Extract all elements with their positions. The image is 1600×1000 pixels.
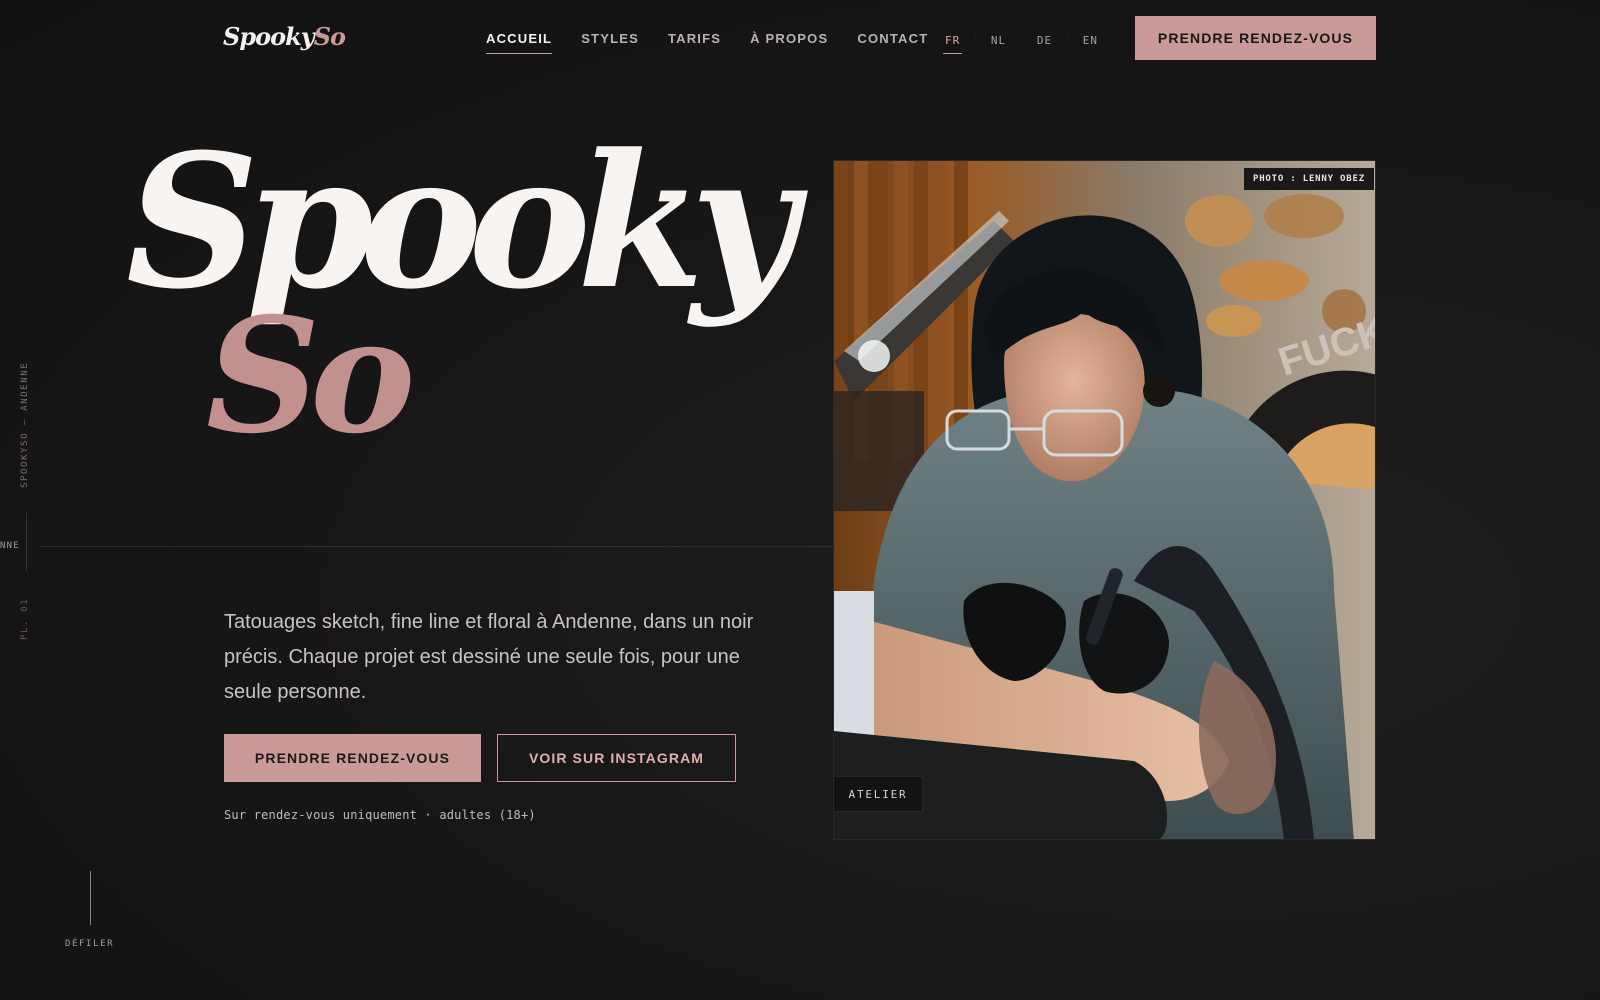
side-truncated-label: NNE [0, 541, 20, 551]
nav-a-propos[interactable]: À PROPOS [750, 31, 828, 46]
booking-note: Sur rendez-vous uniquement · adultes (18… [224, 808, 536, 822]
nav-styles[interactable]: STYLES [581, 31, 639, 46]
main-nav: ACCUEIL STYLES TARIFS À PROPOS CONTACT [486, 31, 957, 54]
lang-separator: · [1066, 30, 1069, 39]
lang-de[interactable]: DE [1037, 34, 1052, 47]
instagram-button[interactable]: VOIR SUR INSTAGRAM [497, 734, 736, 782]
scroll-indicator-line [90, 871, 91, 925]
logo[interactable]: SpookySo [223, 22, 346, 51]
book-appointment-button[interactable]: PRENDRE RENDEZ-VOUS [224, 734, 481, 782]
logo-main: Spooky [223, 22, 315, 51]
lang-separator: · [1020, 30, 1023, 39]
lang-separator: · [974, 30, 977, 39]
lang-fr[interactable]: FR [942, 34, 963, 54]
nav-accueil[interactable]: ACCUEIL [486, 31, 553, 54]
photo-label: ATELIER [833, 776, 923, 812]
side-plate-number: PL. 01 [20, 597, 30, 640]
logo-accent: So [313, 22, 346, 51]
photo-credit: PHOTO : LENNY OBEZ [1244, 168, 1374, 190]
header-booking-button[interactable]: PRENDRE RENDEZ-VOUS [1135, 16, 1376, 60]
side-divider [26, 513, 27, 571]
lang-en[interactable]: EN [1083, 34, 1098, 47]
nav-tarifs[interactable]: TARIFS [668, 31, 721, 46]
scroll-label[interactable]: DÉFILER [65, 939, 114, 949]
nav-contact[interactable]: CONTACT [857, 31, 928, 46]
hero-title-accent: So [206, 284, 415, 469]
hero-photo: FUCK [833, 160, 1376, 840]
side-vertical-label: SPOOKYSO — ANDENNE [20, 361, 30, 489]
tattoo-artist-illustration: FUCK [834, 161, 1375, 839]
hero-divider-line [40, 546, 833, 547]
lang-nl[interactable]: NL [991, 34, 1006, 47]
hero-lead: Tatouages sketch, fine line et floral à … [224, 611, 754, 703]
language-switcher: FR · NL · DE · EN [942, 30, 1098, 54]
